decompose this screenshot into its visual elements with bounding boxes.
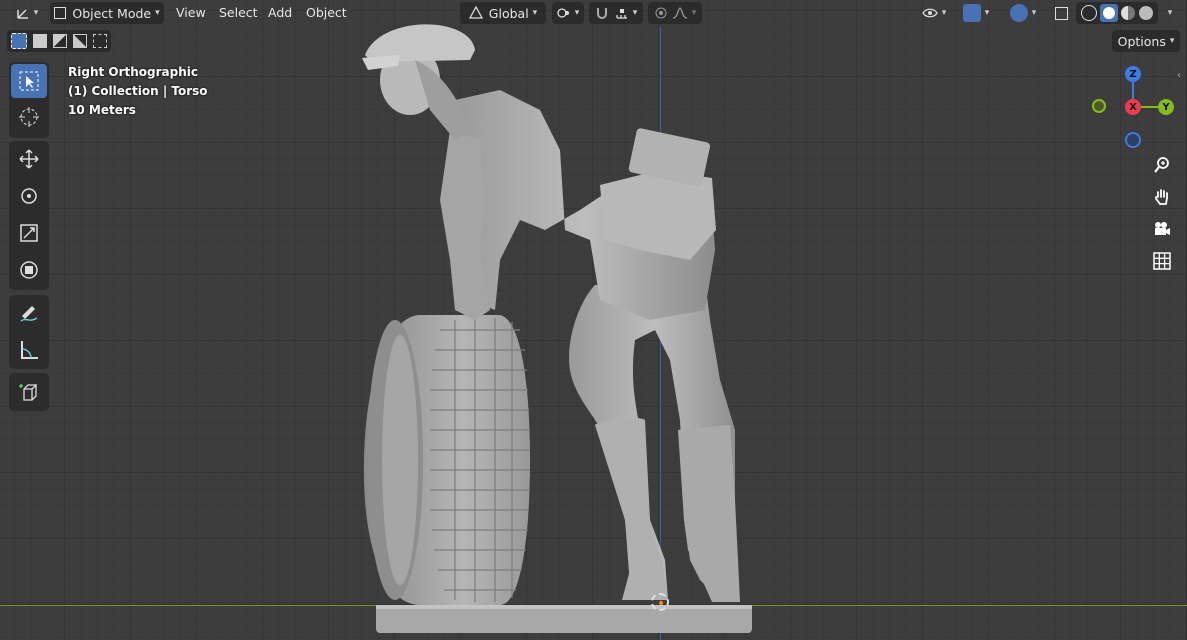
chevron-down-icon: ▾ [1031,8,1037,18]
overlays-toggle[interactable]: ▾ [1002,2,1044,24]
mode-dropdown[interactable]: Object Mode ▾ [50,2,164,24]
solid-shading-icon[interactable] [1100,4,1118,22]
sidebar-toggle-arrow[interactable]: ‹ [1177,70,1181,81]
tool-cursor[interactable] [11,100,47,134]
tool-add-cube[interactable] [11,375,47,409]
chevron-down-icon: ▾ [984,8,990,18]
gizmo-y-label: Y [1162,101,1170,113]
gizmo-x-axis[interactable]: X [1125,99,1141,115]
gizmo-y-axis[interactable]: Y [1158,99,1174,115]
grid-scale: 10 Meters [68,103,136,117]
chevron-down-icon: ▾ [632,8,638,18]
shading-options-dropdown[interactable]: ▾ [1160,2,1176,24]
select-new-icon[interactable] [11,33,27,49]
editor-type-button[interactable]: ▾ [10,2,44,24]
gizmo-icon [962,4,981,22]
xray-icon [1054,6,1068,20]
options-label: Options [1117,33,1166,49]
grid-icon [1153,252,1171,270]
snap-grid-icon [616,9,627,19]
orientation-label: Global [488,5,529,21]
annotate-icon [20,306,38,322]
select-intersect-icon[interactable] [93,34,107,48]
pivot-point-dropdown[interactable]: ▾ [552,2,584,24]
tool-rotate[interactable] [11,179,47,213]
view-name: Right Orthographic [68,65,199,79]
snap-toggle[interactable]: ▾ [589,2,643,24]
xray-toggle[interactable] [1050,2,1072,24]
transform-orientation-dropdown[interactable]: Global ▾ [460,2,546,24]
gizmo-x-label: X [1129,101,1137,113]
menu-add[interactable]: Add [268,5,292,20]
select-box-icon [19,71,39,91]
select-invert-icon[interactable] [73,34,87,48]
chevron-down-icon: ▾ [155,8,160,18]
eye-icon [921,8,938,18]
3d-cursor[interactable] [651,593,669,611]
gizmo-neg-z-axis[interactable] [1125,132,1141,148]
zoom-button[interactable] [1147,150,1177,180]
chevron-down-icon: ▾ [33,8,39,18]
viewport-header: ▾ Object Mode ▾ View Select Add Object G… [0,0,1187,27]
pivot-icon [557,8,569,18]
overlays-icon [1009,4,1028,22]
tool-move[interactable] [11,142,47,176]
menu-object[interactable]: Object [306,5,347,20]
visibility-dropdown[interactable]: ▾ [917,2,951,24]
gizmo-z-axis[interactable]: Z [1125,66,1141,82]
axes-icon [16,9,28,19]
3d-viewport[interactable]: Right Orthographic (1) Collection | Tors… [0,0,1187,640]
mode-label: Object Mode [72,5,152,21]
gizmo-z-label: Z [1129,68,1137,80]
object-mode-icon [54,7,67,19]
pan-button[interactable] [1147,182,1177,212]
tool-annotate[interactable] [11,296,47,330]
gizmo-neg-y-axis[interactable] [1092,99,1106,113]
menu-select[interactable]: Select [219,5,258,20]
falloff-curve-icon [672,7,687,19]
rotate-icon [21,188,37,204]
base-plate [376,605,752,633]
proportional-editing[interactable]: ▾ [648,2,702,24]
menu-view[interactable]: View [176,5,206,20]
camera-view-button[interactable] [1147,214,1177,244]
select-subtract-icon[interactable] [53,34,67,48]
chevron-down-icon: ▾ [1167,8,1173,18]
magnet-icon [596,8,607,19]
navigation-gizmo[interactable]: Z X Y [1090,64,1176,150]
select-extend-icon[interactable] [33,34,47,48]
add-cube-icon [19,384,38,401]
tool-transform[interactable] [11,253,47,287]
orientation-icon [468,6,483,19]
shading-modes [1076,2,1158,24]
chevron-down-icon: ▾ [532,8,538,18]
measure-icon [21,341,38,359]
chevron-down-icon: ▾ [1169,36,1175,46]
select-mode-bar [7,30,111,52]
chevron-down-icon: ▾ [691,8,697,18]
tire [363,315,530,605]
perspective-toggle-button[interactable] [1147,246,1177,276]
collection-label: (1) Collection | Torso [68,84,208,98]
options-dropdown[interactable]: Options ▾ [1112,30,1180,52]
cursor-icon [19,107,39,127]
proportional-icon [655,7,667,19]
scale-icon [20,224,38,242]
rendered-shading-icon[interactable] [1139,6,1153,20]
tool-measure[interactable] [11,333,47,367]
chevron-down-icon: ▾ [574,8,580,18]
camera-icon [1155,222,1170,235]
transform-icon [20,261,38,279]
material-shading-icon[interactable] [1121,6,1135,20]
zoom-icon [1154,157,1169,173]
wireframe-shading-icon[interactable] [1081,5,1097,21]
move-icon [19,149,39,169]
tool-scale[interactable] [11,216,47,250]
hand-icon [1155,189,1168,205]
tool-select-box[interactable] [11,64,47,98]
gizmo-toggle[interactable]: ▾ [955,2,997,24]
chevron-down-icon: ▾ [941,8,947,18]
